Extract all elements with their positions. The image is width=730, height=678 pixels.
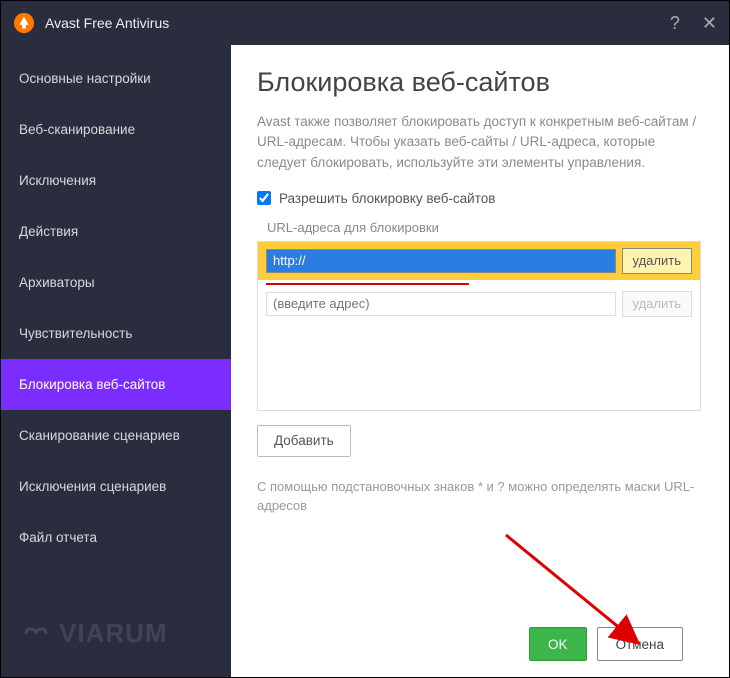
url-list-label: URL-адреса для блокировки bbox=[267, 220, 701, 235]
titlebar-buttons: ? ✕ bbox=[670, 13, 717, 34]
sidebar-item-exclusions[interactable]: Исключения bbox=[1, 155, 231, 206]
url-row: удалить bbox=[258, 285, 700, 323]
avast-logo-icon bbox=[13, 12, 35, 34]
sidebar-item-script-scanning[interactable]: Сканирование сценариев bbox=[1, 410, 231, 461]
watermark: VIARUM bbox=[1, 618, 231, 649]
sidebar-item-label: Исключения bbox=[19, 173, 96, 188]
url-list: удалить удалить bbox=[257, 241, 701, 411]
page-description: Avast также позволяет блокировать доступ… bbox=[257, 112, 701, 173]
page-title: Блокировка веб-сайтов bbox=[257, 67, 701, 98]
sidebar-item-report-file[interactable]: Файл отчета bbox=[1, 512, 231, 563]
add-button[interactable]: Добавить bbox=[257, 425, 351, 457]
delete-url-button[interactable]: удалить bbox=[622, 248, 692, 274]
sidebar-item-label: Файл отчета bbox=[19, 530, 97, 545]
enable-blocking-checkbox-row[interactable]: Разрешить блокировку веб-сайтов bbox=[257, 191, 701, 206]
url-input[interactable] bbox=[266, 249, 616, 273]
help-icon[interactable]: ? bbox=[670, 13, 680, 34]
watermark-text: VIARUM bbox=[59, 618, 168, 649]
sidebar-item-basic-settings[interactable]: Основные настройки bbox=[1, 53, 231, 104]
sidebar-item-label: Веб-сканирование bbox=[19, 122, 135, 137]
window-title: Avast Free Antivirus bbox=[45, 15, 670, 31]
sidebar-item-label: Действия bbox=[19, 224, 78, 239]
enable-blocking-checkbox[interactable] bbox=[257, 191, 271, 205]
ok-button[interactable]: OK bbox=[529, 627, 587, 661]
sidebar-item-label: Сканирование сценариев bbox=[19, 428, 180, 443]
titlebar: Avast Free Antivirus ? ✕ bbox=[1, 1, 729, 45]
sidebar-item-actions[interactable]: Действия bbox=[1, 206, 231, 257]
sidebar-item-archives[interactable]: Архиваторы bbox=[1, 257, 231, 308]
checkbox-label: Разрешить блокировку веб-сайтов bbox=[279, 191, 495, 206]
url-input-empty[interactable] bbox=[266, 292, 616, 316]
sidebar: Основные настройки Веб-сканирование Искл… bbox=[1, 45, 231, 677]
wildcard-hint: С помощью подстановочных знаков * и ? мо… bbox=[257, 477, 701, 516]
main-panel: Блокировка веб-сайтов Avast также позвол… bbox=[231, 45, 729, 677]
url-row: удалить bbox=[258, 242, 700, 280]
sidebar-item-label: Блокировка веб-сайтов bbox=[19, 377, 165, 392]
delete-url-button-disabled: удалить bbox=[622, 291, 692, 317]
sidebar-item-sensitivity[interactable]: Чувствительность bbox=[1, 308, 231, 359]
sidebar-item-label: Чувствительность bbox=[19, 326, 132, 341]
sidebar-item-script-exclusions[interactable]: Исключения сценариев bbox=[1, 461, 231, 512]
sidebar-item-website-blocking[interactable]: Блокировка веб-сайтов bbox=[1, 359, 231, 410]
sidebar-item-label: Исключения сценариев bbox=[19, 479, 166, 494]
cancel-button[interactable]: Отмена bbox=[597, 627, 683, 661]
close-icon[interactable]: ✕ bbox=[702, 13, 717, 34]
sidebar-item-label: Основные настройки bbox=[19, 71, 151, 86]
sidebar-item-label: Архиваторы bbox=[19, 275, 95, 290]
sidebar-item-web-scanning[interactable]: Веб-сканирование bbox=[1, 104, 231, 155]
footer: OK Отмена bbox=[257, 611, 701, 677]
